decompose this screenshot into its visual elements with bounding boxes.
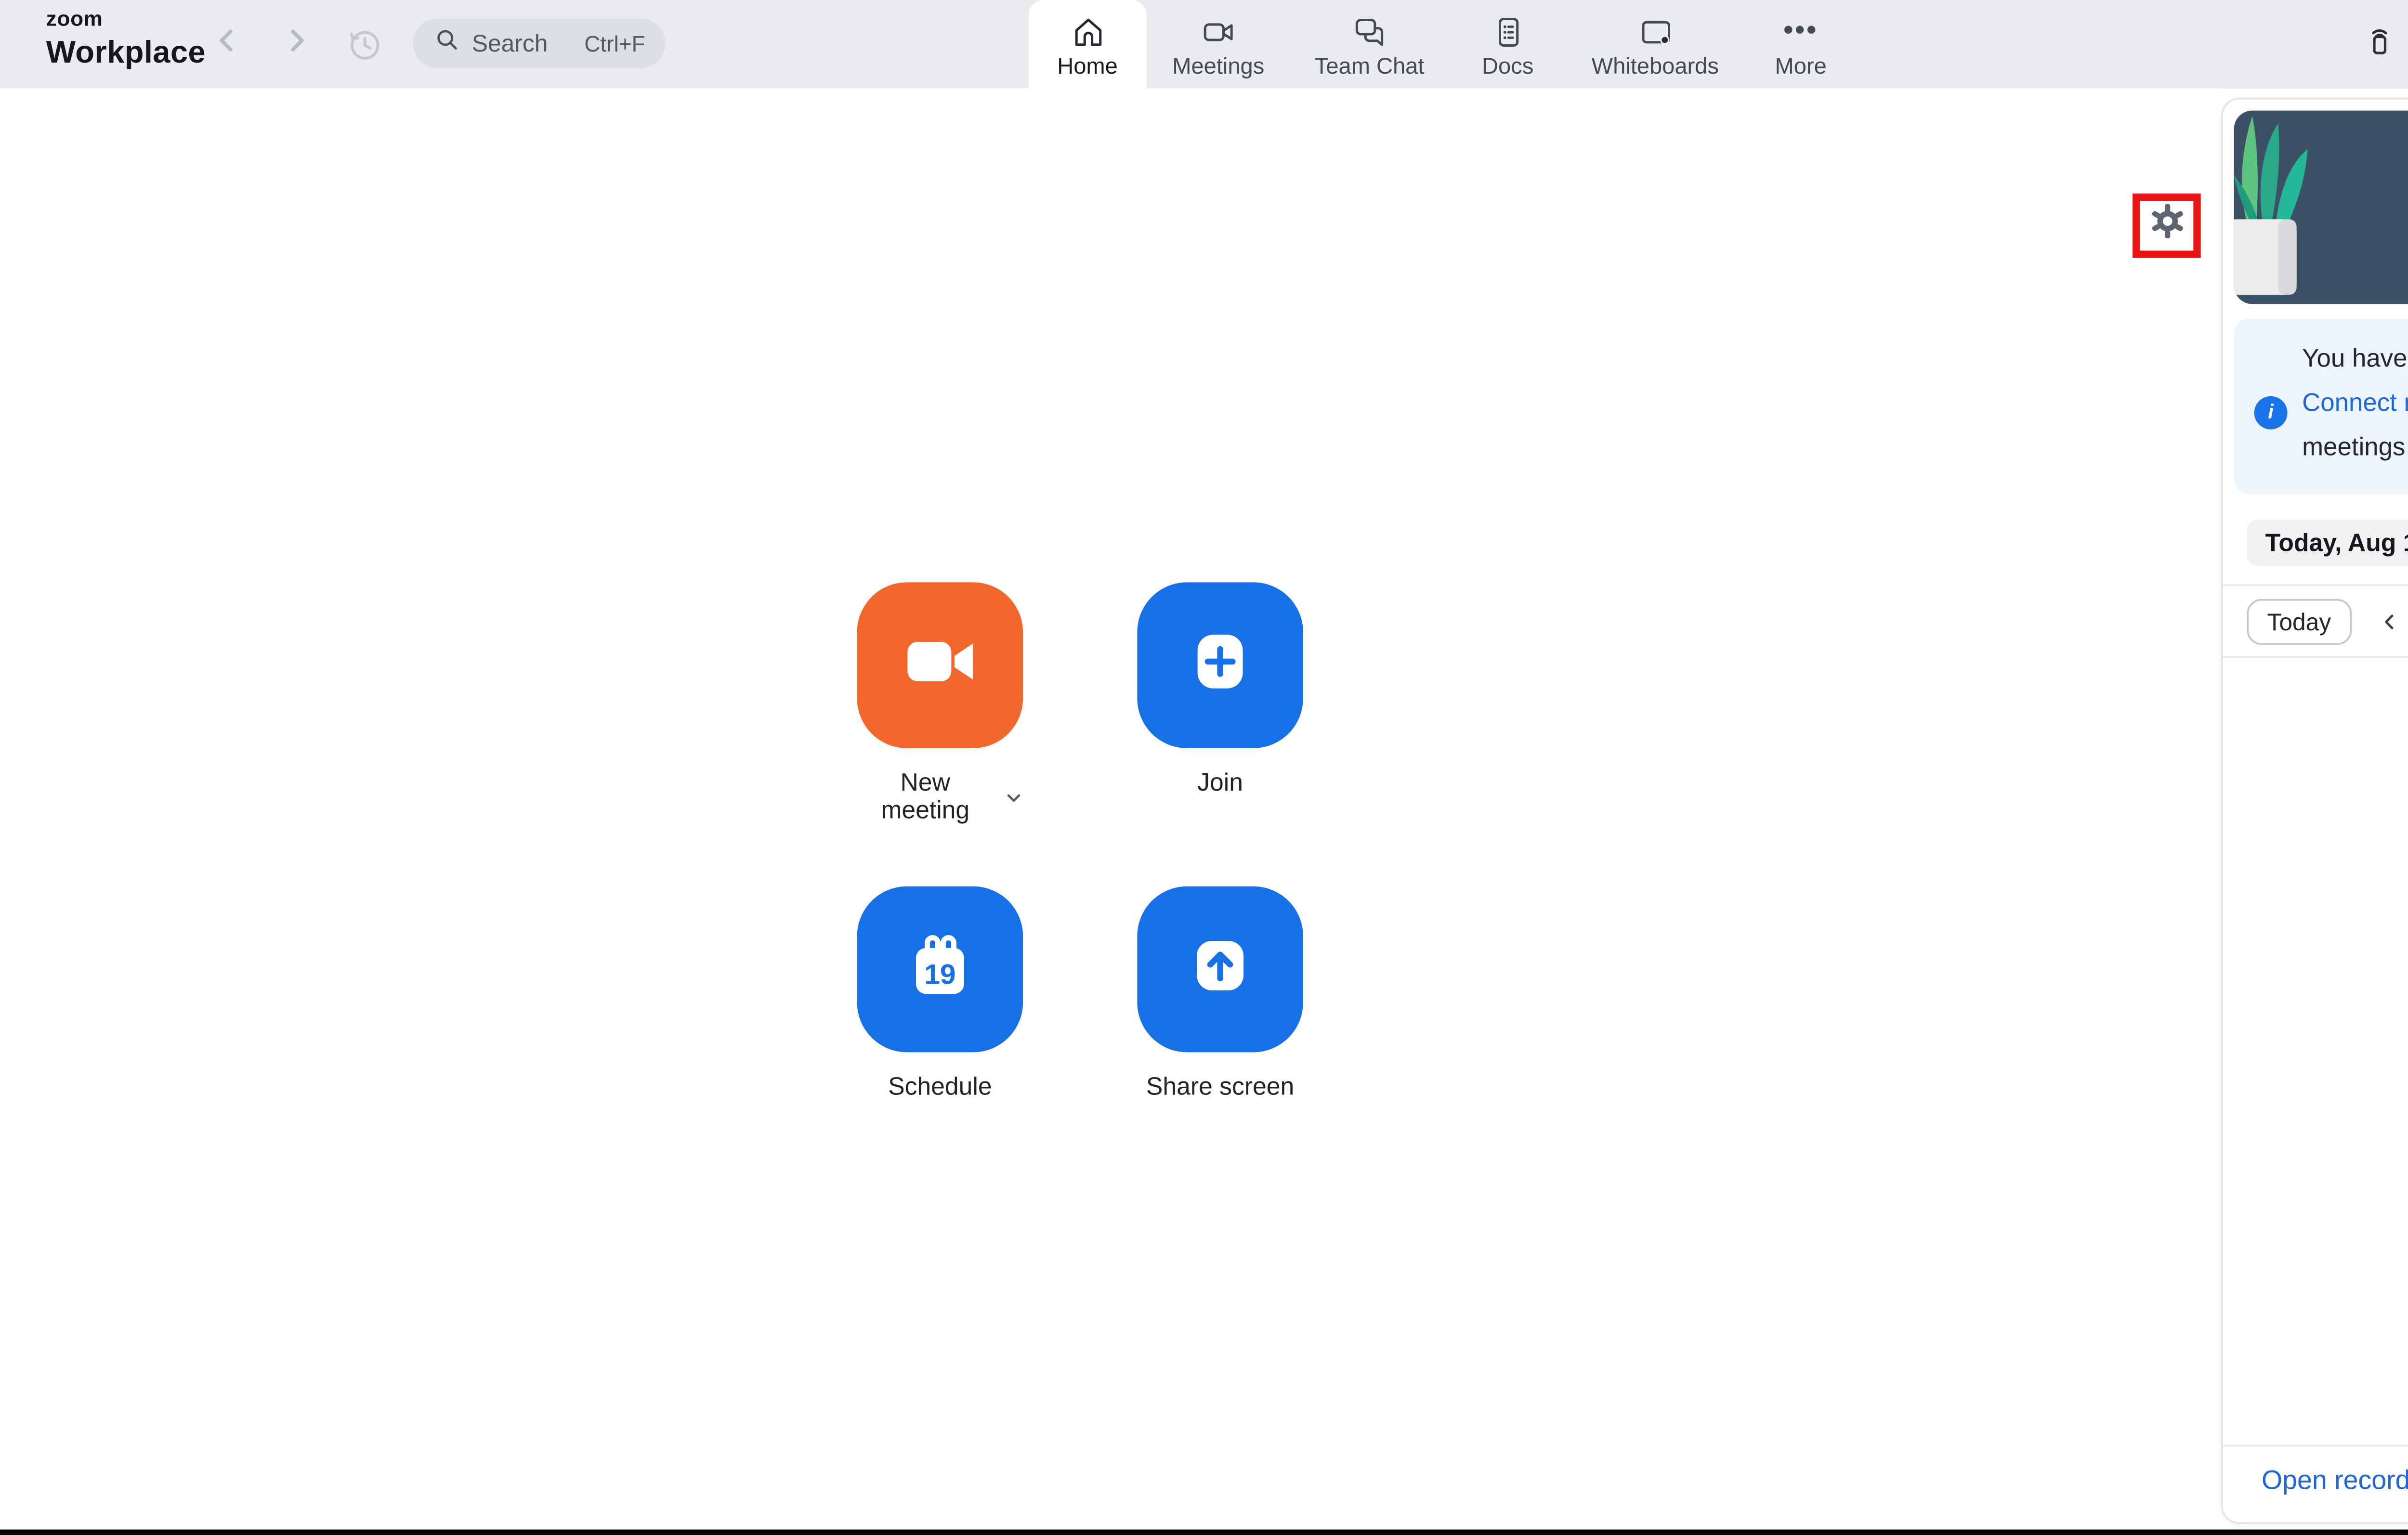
tab-docs[interactable]: Docs (1449, 0, 1567, 89)
gear-icon (2146, 201, 2187, 250)
svg-text:19: 19 (924, 958, 955, 989)
no-meetings-message: No meetings scheduled. (2223, 954, 2408, 984)
plant-illustration (2234, 111, 2319, 304)
video-camera-icon (898, 618, 982, 712)
logo-zoom: zoom (46, 9, 103, 32)
new-meeting-label: New meeting (881, 768, 970, 824)
tab-label: Meetings (1172, 53, 1265, 79)
calendar-day-view: No meetings scheduled. + Schedule a meet… (2223, 656, 2408, 1444)
settings-button-annotated[interactable] (2133, 193, 2201, 258)
tab-label: More (1775, 53, 1827, 79)
today-button[interactable]: Today (2247, 598, 2352, 644)
screen-bottom-edge (0, 1529, 2408, 1535)
home-content: New meeting Join 19 Schedule Share scree… (0, 88, 2221, 1530)
join-tile: Join (1137, 582, 1303, 796)
document-icon (1488, 11, 1527, 52)
join-button[interactable] (1137, 582, 1303, 748)
tab-home[interactable]: Home (1028, 0, 1147, 89)
calendar-toolbar: Today ••• + (2223, 586, 2408, 656)
search-placeholder: Search (471, 29, 548, 57)
open-recordings-row: Open recordings (2223, 1444, 2408, 1517)
calendar-side-panel: ••• 14:48 Sunday, August 17 i × You have… (2221, 97, 2408, 1524)
tab-whiteboards[interactable]: Whiteboards (1567, 0, 1743, 89)
tab-label: Home (1057, 53, 1118, 79)
new-meeting-button[interactable] (857, 582, 1023, 748)
date-selector-label: Today, Aug 17 (2265, 529, 2408, 557)
tab-team-chat[interactable]: Team Chat (1290, 0, 1449, 89)
connect-device-button[interactable] (2357, 22, 2402, 66)
banner-line3: meetings and events in one place. (2302, 433, 2408, 461)
share-screen-tile: Share screen (1137, 886, 1303, 1100)
home-icon (1068, 11, 1107, 52)
banner-line1: You haven't connected your calendar yet. (2302, 344, 2408, 373)
share-screen-label: Share screen (1146, 1072, 1295, 1100)
schedule-tile: 19 Schedule (857, 886, 1023, 1100)
arrow-up-icon (1178, 923, 1263, 1016)
tab-meetings[interactable]: Meetings (1147, 0, 1291, 89)
chat-bubbles-icon (1350, 11, 1388, 52)
open-recordings-link[interactable]: Open recordings (2262, 1467, 2408, 1496)
search-icon (433, 25, 460, 62)
chevron-down-icon[interactable] (1005, 789, 1023, 807)
tab-label: Docs (1482, 53, 1534, 79)
tab-more[interactable]: ••• More (1744, 0, 1858, 89)
date-selector-dropdown[interactable]: Today, Aug 17 (2247, 520, 2408, 566)
nav-forward-button[interactable] (276, 24, 317, 65)
ellipsis-icon: ••• (1783, 14, 1819, 46)
new-meeting-tile: New meeting (857, 582, 1023, 824)
nav-back-button[interactable] (207, 24, 247, 65)
schedule-button[interactable]: 19 (857, 886, 1023, 1053)
calendar-icon: 19 (898, 923, 982, 1016)
clock-card: ••• 14:48 Sunday, August 17 (2234, 110, 2408, 304)
main-tabs: Home Meetings Team Chat Docs Whiteboards… (1028, 0, 1858, 89)
previous-day-button[interactable] (2379, 611, 2399, 631)
schedule-a-meeting-link[interactable]: + Schedule a meeting (2223, 997, 2408, 1027)
title-bar: zoom Workplace Search Ctrl+F Home Meetin… (0, 0, 2408, 89)
beach-umbrella-illustration (2223, 720, 2408, 907)
recents-history-button[interactable] (343, 22, 387, 66)
whiteboard-icon (1636, 11, 1675, 52)
tab-label: Whiteboards (1591, 53, 1719, 79)
plus-icon (1178, 618, 1263, 712)
schedule-label: Schedule (888, 1072, 992, 1100)
search-input[interactable]: Search Ctrl+F (413, 18, 666, 68)
search-shortcut: Ctrl+F (584, 30, 645, 56)
history-clock-icon (343, 31, 387, 74)
calendar-connect-banner: i × You haven't connected your calendar … (2234, 319, 2408, 494)
phone-signal-icon (2359, 19, 2400, 69)
tab-label: Team Chat (1314, 53, 1425, 79)
connect-now-link[interactable]: Connect now (2302, 389, 2408, 416)
join-label: Join (1197, 768, 1243, 796)
video-camera-icon (1199, 11, 1238, 52)
chevron-left-icon (212, 25, 241, 64)
chevron-right-icon (282, 25, 312, 64)
zoom-workplace-logo: zoom Workplace (46, 9, 206, 69)
zoom-workplace-window: zoom Workplace Search Ctrl+F Home Meetin… (0, 0, 2408, 1535)
share-screen-button[interactable] (1137, 886, 1303, 1053)
info-icon: i (2254, 396, 2288, 429)
logo-workplace: Workplace (46, 34, 206, 69)
